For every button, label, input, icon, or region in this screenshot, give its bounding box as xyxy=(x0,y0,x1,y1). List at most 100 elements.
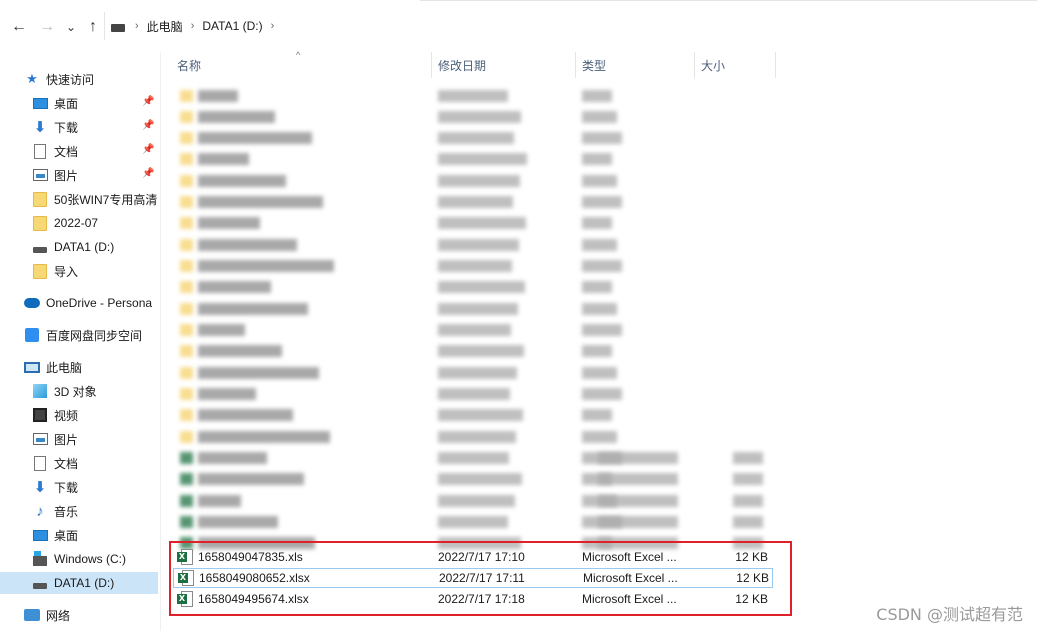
sidebar-item-music[interactable]: ♪ 音乐 xyxy=(32,500,190,522)
top-border xyxy=(420,0,1037,4)
obscured-text xyxy=(733,495,763,507)
sidebar-item-onedrive[interactable]: OneDrive - Persona xyxy=(24,292,158,314)
sidebar-item-label: 此电脑 xyxy=(46,360,83,375)
obscured-text xyxy=(438,303,518,315)
recent-locations-icon[interactable]: ⌄ xyxy=(60,16,82,38)
obscured-folder-icon xyxy=(180,132,193,144)
obscured-text xyxy=(582,196,622,208)
breadcrumb-this-pc[interactable]: 此电脑 xyxy=(147,18,183,35)
file-row[interactable]: X 1658049047835.xls 2022/7/17 17:10 Micr… xyxy=(173,547,773,567)
picture-icon xyxy=(32,431,48,447)
obscured-text xyxy=(198,132,312,144)
column-header-name[interactable]: 名称 xyxy=(171,52,431,78)
obscured-folder-icon xyxy=(180,90,193,102)
sidebar-quick-access[interactable]: ★ 快速访问 xyxy=(24,68,182,90)
obscured-text xyxy=(438,132,514,144)
sidebar-item-network[interactable]: 网络 xyxy=(24,604,182,626)
obscured-text xyxy=(438,452,509,464)
sidebar-item-label: 图片 xyxy=(54,432,79,447)
obscured-text xyxy=(198,217,260,229)
obscured-row xyxy=(178,193,778,211)
obscured-text xyxy=(598,516,678,528)
sidebar-item-label: 音乐 xyxy=(54,504,79,519)
forward-arrow-icon[interactable]: → xyxy=(36,16,58,38)
sidebar-item-label: 桌面 xyxy=(54,528,79,543)
sidebar-item-documents[interactable]: 文档 📌 xyxy=(32,140,190,162)
baidu-netdisk-icon xyxy=(24,327,40,343)
folder-icon xyxy=(32,191,48,207)
address-bar: ← → ⌄ ↑ › 此电脑 › DATA1 (D:) › xyxy=(0,0,1037,52)
obscured-text xyxy=(582,153,612,165)
excel-file-icon: X xyxy=(177,549,193,565)
excel-file-icon: X xyxy=(177,591,193,607)
column-header-label: 修改日期 xyxy=(438,58,487,73)
pane-divider xyxy=(160,52,161,631)
breadcrumb-data1[interactable]: DATA1 (D:) xyxy=(202,19,262,33)
obscured-text xyxy=(198,473,304,485)
breadcrumb[interactable]: › 此电脑 › DATA1 (D:) › xyxy=(104,12,1037,40)
column-header-type[interactable]: 类型 xyxy=(576,52,694,78)
obscured-row xyxy=(178,321,778,339)
obscured-folder-icon xyxy=(180,388,193,400)
obscured-text xyxy=(733,516,763,528)
obscured-text xyxy=(198,153,249,165)
obscured-text xyxy=(198,324,245,336)
column-header-size[interactable]: 大小 xyxy=(695,52,775,78)
sidebar-item-label: 2022-07 xyxy=(54,216,99,230)
sidebar-item-data1[interactable]: DATA1 (D:) xyxy=(0,572,158,594)
column-header-label: 类型 xyxy=(582,58,607,73)
file-type: Microsoft Excel ... xyxy=(582,550,677,564)
obscured-folder-icon xyxy=(180,175,193,187)
pin-icon: 📌 xyxy=(142,168,155,179)
file-date: 2022/7/17 17:10 xyxy=(438,550,525,564)
obscured-row xyxy=(178,428,778,446)
file-row[interactable]: X 1658049080652.xlsx 2022/7/17 17:11 Mic… xyxy=(173,568,773,588)
obscured-text xyxy=(438,367,517,379)
sidebar-item-windows-c[interactable]: Windows (C:) xyxy=(32,548,190,570)
obscured-folder-icon xyxy=(180,345,193,357)
sidebar-item-downloads[interactable]: ⬇ 下载 📌 xyxy=(32,116,190,138)
up-arrow-icon[interactable]: ↑ xyxy=(82,16,104,38)
sidebar-item-import[interactable]: 导入 xyxy=(32,260,190,282)
column-header-date[interactable]: 修改日期 xyxy=(432,52,575,78)
download-icon: ⬇ xyxy=(33,119,47,136)
pin-icon: 📌 xyxy=(142,144,155,155)
obscured-text xyxy=(438,111,521,123)
obscured-row xyxy=(178,108,778,126)
obscured-text xyxy=(582,217,612,229)
sidebar-item-pictures-pc[interactable]: 图片 xyxy=(32,428,190,450)
video-icon xyxy=(32,407,48,423)
sidebar-item-videos[interactable]: 视频 xyxy=(32,404,190,426)
obscured-text xyxy=(438,431,516,443)
obscured-text xyxy=(733,473,763,485)
file-date: 2022/7/17 17:18 xyxy=(438,592,525,606)
file-row[interactable]: X 1658049495674.xlsx 2022/7/17 17:18 Mic… xyxy=(173,589,773,609)
sidebar-item-desktop[interactable]: 桌面 📌 xyxy=(32,92,190,114)
sidebar-item-data1-quick[interactable]: DATA1 (D:) xyxy=(32,236,190,258)
obscured-folder-icon xyxy=(180,431,193,443)
sidebar-item-3d-objects[interactable]: 3D 对象 xyxy=(32,380,190,402)
sidebar-item-label: OneDrive - Persona xyxy=(46,296,153,310)
sidebar-item-desktop-pc[interactable]: 桌面 xyxy=(32,524,190,546)
sidebar-item-documents-pc[interactable]: 文档 xyxy=(32,452,190,474)
sidebar-item-win7-wallpapers[interactable]: 50张WIN7专用高清 xyxy=(32,188,158,210)
obscured-row xyxy=(178,406,778,424)
sidebar-item-this-pc[interactable]: 此电脑 xyxy=(24,356,182,378)
column-divider[interactable] xyxy=(775,52,776,78)
obscured-text xyxy=(198,111,275,123)
obscured-folder-icon xyxy=(180,153,193,165)
obscured-row xyxy=(178,150,778,168)
obscured-text xyxy=(438,409,523,421)
obscured-folder-icon xyxy=(180,217,193,229)
sidebar-item-pictures[interactable]: 图片 📌 xyxy=(32,164,190,186)
folder-icon xyxy=(32,263,48,279)
obscured-text xyxy=(582,324,622,336)
cloud-icon xyxy=(24,295,40,311)
obscured-text xyxy=(582,111,617,123)
obscured-row xyxy=(178,364,778,382)
obscured-row xyxy=(178,385,778,403)
sidebar-item-2022-07[interactable]: 2022-07 xyxy=(32,212,190,234)
back-arrow-icon[interactable]: ← xyxy=(8,16,30,38)
sidebar-item-downloads-pc[interactable]: ⬇ 下载 xyxy=(32,476,190,498)
sidebar-item-baidu[interactable]: 百度网盘同步空间 xyxy=(24,324,182,346)
